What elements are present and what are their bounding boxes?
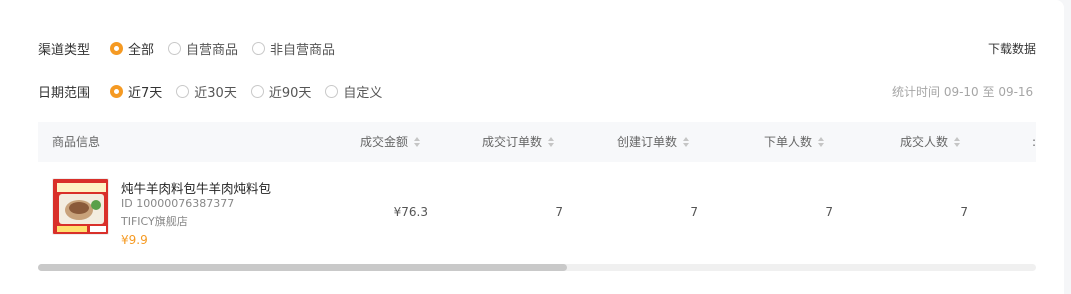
date-option-label: 近30天 <box>194 85 237 101</box>
cell-deal-buyers: 7 <box>960 205 968 219</box>
product-name[interactable]: 炖牛羊肉料包牛羊肉炖料包 <box>121 178 271 197</box>
header-deal-orders[interactable]: 成交订单数 <box>482 122 555 162</box>
radio-unchecked-icon <box>252 41 266 55</box>
sort-icon[interactable] <box>548 137 555 147</box>
channel-option-label: 全部 <box>128 42 155 58</box>
date-option-90d[interactable]: 近90天 <box>250 82 312 101</box>
header-product-info: 商品信息 <box>52 122 100 162</box>
sort-icon[interactable] <box>683 137 690 147</box>
channel-option-label: 非自营商品 <box>270 42 336 58</box>
date-option-30d[interactable]: 近30天 <box>176 82 237 101</box>
sort-icon[interactable] <box>954 137 961 147</box>
cell-created-orders: 7 <box>690 205 698 219</box>
header-buyers[interactable]: 下单人数 <box>764 122 825 162</box>
radio-unchecked-icon <box>176 84 190 98</box>
radio-checked-icon <box>110 41 123 55</box>
header-label: 成交订单数 <box>482 135 543 149</box>
radio-unchecked-icon <box>325 84 339 98</box>
header-label: 创建订单数 <box>617 135 678 149</box>
truncated-column-edge: : <box>1032 135 1036 149</box>
cell-deal-orders: 7 <box>555 205 563 219</box>
product-image-icon <box>53 179 108 234</box>
sort-icon[interactable] <box>818 137 825 147</box>
header-deal-buyers[interactable]: 成交人数 <box>900 122 961 162</box>
date-option-label: 近90天 <box>268 85 312 101</box>
table-row[interactable]: 炖牛羊肉料包牛羊肉炖料包 ID 10000076387377 TIFICY旗舰店… <box>38 162 1036 262</box>
header-created-orders[interactable]: 创建订单数 <box>617 122 690 162</box>
header-amount[interactable]: 成交金额 <box>360 122 421 162</box>
channel-option-label: 自营商品 <box>186 42 239 58</box>
channel-option-all[interactable]: 全部 <box>110 39 154 58</box>
download-data-link[interactable]: 下载数据 <box>988 40 1036 57</box>
product-id: ID 10000076387377 <box>121 197 235 210</box>
product-data-table: 商品信息 成交金额 成交订单数 创建订单数 下单人数 成交人数: 炖牛羊肉料包… <box>38 122 1036 262</box>
date-option-custom[interactable]: 自定义 <box>325 82 382 101</box>
table-header: 商品信息 成交金额 成交订单数 创建订单数 下单人数 成交人数: <box>38 122 1036 162</box>
horizontal-scrollbar[interactable] <box>38 264 1036 271</box>
channel-filter-label: 渠道类型 <box>38 42 91 58</box>
header-label: 下单人数 <box>764 135 813 149</box>
header-label: 商品信息 <box>52 135 101 149</box>
scrollbar-thumb[interactable] <box>38 264 567 271</box>
radio-unchecked-icon <box>250 84 264 98</box>
radio-unchecked-icon <box>168 41 182 55</box>
header-label: 成交人数 <box>900 135 949 149</box>
data-panel: 渠道类型 全部 自营商品 非自营商品 下载数据 日期范围 近7天 近30天 近9… <box>0 0 1064 294</box>
product-shop: TIFICY旗舰店 <box>121 215 188 228</box>
date-filter-row: 日期范围 近7天 近30天 近90天 自定义 <box>38 81 396 101</box>
cell-buyers: 7 <box>825 205 833 219</box>
channel-option-non-self[interactable]: 非自营商品 <box>252 39 335 58</box>
header-label: 成交金额 <box>360 135 409 149</box>
product-thumbnail[interactable] <box>52 178 109 235</box>
cell-amount: ¥76.3 <box>393 205 428 219</box>
stat-time-text: 统计时间 09-10 至 09-16 <box>892 85 1034 99</box>
channel-filter-row: 渠道类型 全部 自营商品 非自营商品 <box>38 38 349 58</box>
date-filter-label: 日期范围 <box>38 85 91 101</box>
channel-option-self[interactable]: 自营商品 <box>168 39 238 58</box>
date-option-label: 近7天 <box>128 85 163 101</box>
date-option-label: 自定义 <box>343 85 383 101</box>
product-price: ¥9.9 <box>121 233 148 247</box>
radio-checked-icon <box>110 84 123 98</box>
date-option-7d[interactable]: 近7天 <box>110 82 162 101</box>
sort-icon[interactable] <box>414 137 421 147</box>
